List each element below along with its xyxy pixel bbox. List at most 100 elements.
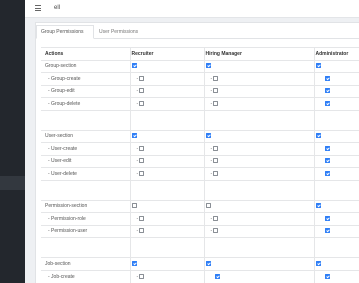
checkbox-hiring-manager[interactable] — [213, 170, 219, 176]
permission-label: Group-section — [41, 59, 130, 73]
hamburger-icon[interactable] — [35, 5, 41, 11]
cell-recruiter: - — [129, 84, 204, 98]
cell-hiring-manager: - — [203, 97, 314, 110]
tab-user-permissions[interactable]: User Permissions — [94, 25, 146, 39]
table-row: User-section — [41, 129, 359, 143]
checkbox-recruiter[interactable] — [139, 170, 145, 176]
permission-label: User-section — [41, 129, 130, 143]
indent-dash: - — [210, 228, 213, 235]
cell-hiring-manager: - — [203, 154, 314, 168]
checkbox-recruiter[interactable] — [139, 158, 145, 164]
table-cell — [203, 179, 314, 200]
checkbox-administrator[interactable] — [324, 215, 330, 221]
indent-dash: - — [136, 273, 139, 280]
checkbox-hiring-manager[interactable] — [213, 158, 219, 164]
indent-dash: - — [136, 170, 139, 177]
indent-dash: - — [210, 158, 213, 165]
permission-label: - Job-create — [41, 269, 130, 283]
checkbox-hiring-manager[interactable] — [213, 145, 219, 151]
checkbox-hiring-manager[interactable] — [205, 63, 211, 69]
indent-dash: - — [136, 158, 139, 165]
checkbox-hiring-manager[interactable] — [213, 215, 219, 221]
indent-dash: - — [136, 75, 139, 82]
permission-label: - Group-delete — [41, 97, 130, 110]
cell-recruiter: - — [129, 154, 204, 168]
cell-recruiter — [129, 59, 204, 73]
checkbox-administrator[interactable] — [324, 228, 330, 234]
checkbox-recruiter[interactable] — [139, 273, 145, 279]
checkbox-administrator[interactable] — [324, 88, 330, 94]
table-row: - Permission-user - - — [41, 224, 359, 238]
checkbox-administrator[interactable] — [324, 158, 330, 164]
cell-hiring-manager: - — [203, 142, 314, 155]
indent-dash: - — [210, 170, 213, 177]
checkbox-recruiter[interactable] — [131, 260, 137, 266]
checkbox-recruiter[interactable] — [131, 203, 137, 209]
cell-administrator — [313, 72, 359, 85]
checkbox-hiring-manager[interactable] — [214, 273, 220, 279]
cell-recruiter: - — [129, 212, 204, 225]
checkbox-hiring-manager[interactable] — [205, 203, 211, 209]
checkbox-administrator[interactable] — [315, 63, 321, 69]
cell-hiring-manager: - — [203, 72, 314, 85]
tab-group-permissions[interactable]: Group Permissions — [36, 25, 94, 39]
checkbox-hiring-manager[interactable] — [213, 75, 219, 81]
table-cell — [129, 109, 204, 130]
page-title: ell — [54, 5, 61, 11]
checkbox-administrator[interactable] — [315, 203, 321, 209]
cell-hiring-manager: - — [203, 84, 314, 98]
table-cell — [41, 109, 130, 130]
table-cell — [129, 179, 204, 200]
cell-administrator — [313, 97, 359, 110]
permissions-card: Group Permissions User Permissions Actio… — [35, 22, 359, 283]
checkbox-recruiter[interactable] — [139, 88, 145, 94]
table-header-row: Actions Recruiter Hiring Manager Adminis… — [41, 47, 359, 60]
cell-hiring-manager: - — [203, 167, 314, 180]
cell-recruiter: - — [129, 269, 204, 283]
cell-administrator — [313, 129, 359, 143]
checkbox-hiring-manager[interactable] — [213, 228, 219, 234]
table-row: - Group-edit - - — [41, 84, 359, 98]
checkbox-recruiter[interactable] — [131, 133, 137, 139]
table-spacer-row — [41, 179, 359, 200]
checkbox-recruiter[interactable] — [131, 63, 137, 69]
checkbox-administrator[interactable] — [324, 170, 330, 176]
indent-dash: - — [136, 145, 139, 152]
permission-label: Permission-section — [41, 199, 130, 213]
sidebar-active-item[interactable] — [0, 176, 25, 190]
cell-administrator — [313, 167, 359, 180]
cell-recruiter: - — [129, 224, 204, 238]
checkbox-recruiter[interactable] — [139, 215, 145, 221]
checkbox-recruiter[interactable] — [139, 75, 145, 81]
indent-dash: - — [210, 100, 213, 107]
checkbox-recruiter[interactable] — [139, 228, 145, 234]
checkbox-recruiter[interactable] — [139, 100, 145, 106]
table-cell — [313, 109, 359, 130]
checkbox-recruiter[interactable] — [139, 145, 145, 151]
indent-dash: - — [136, 88, 139, 95]
cell-administrator — [313, 212, 359, 225]
table-cell — [313, 237, 359, 258]
checkbox-administrator[interactable] — [324, 145, 330, 151]
table-spacer-row — [41, 109, 359, 130]
checkbox-administrator[interactable] — [324, 75, 330, 81]
checkbox-hiring-manager[interactable] — [213, 100, 219, 106]
permission-label: Job-section — [41, 257, 130, 270]
checkbox-hiring-manager[interactable] — [205, 133, 211, 139]
checkbox-hiring-manager[interactable] — [205, 260, 211, 266]
permission-label: - User-delete — [41, 167, 130, 180]
cell-administrator — [313, 59, 359, 73]
checkbox-administrator[interactable] — [315, 133, 321, 139]
permission-label: - Group-create — [41, 72, 130, 85]
indent-dash: - — [136, 100, 139, 107]
tab-bar: Group Permissions User Permissions — [36, 23, 359, 39]
header-hiring-manager: Hiring Manager — [203, 47, 314, 60]
checkbox-administrator[interactable] — [324, 100, 330, 106]
table-cell — [313, 179, 359, 200]
cell-hiring-manager — [203, 129, 314, 143]
cell-hiring-manager — [203, 269, 314, 283]
checkbox-administrator[interactable] — [315, 260, 321, 266]
checkbox-administrator[interactable] — [324, 273, 330, 279]
checkbox-hiring-manager[interactable] — [213, 88, 219, 94]
indent-dash: - — [210, 145, 213, 152]
